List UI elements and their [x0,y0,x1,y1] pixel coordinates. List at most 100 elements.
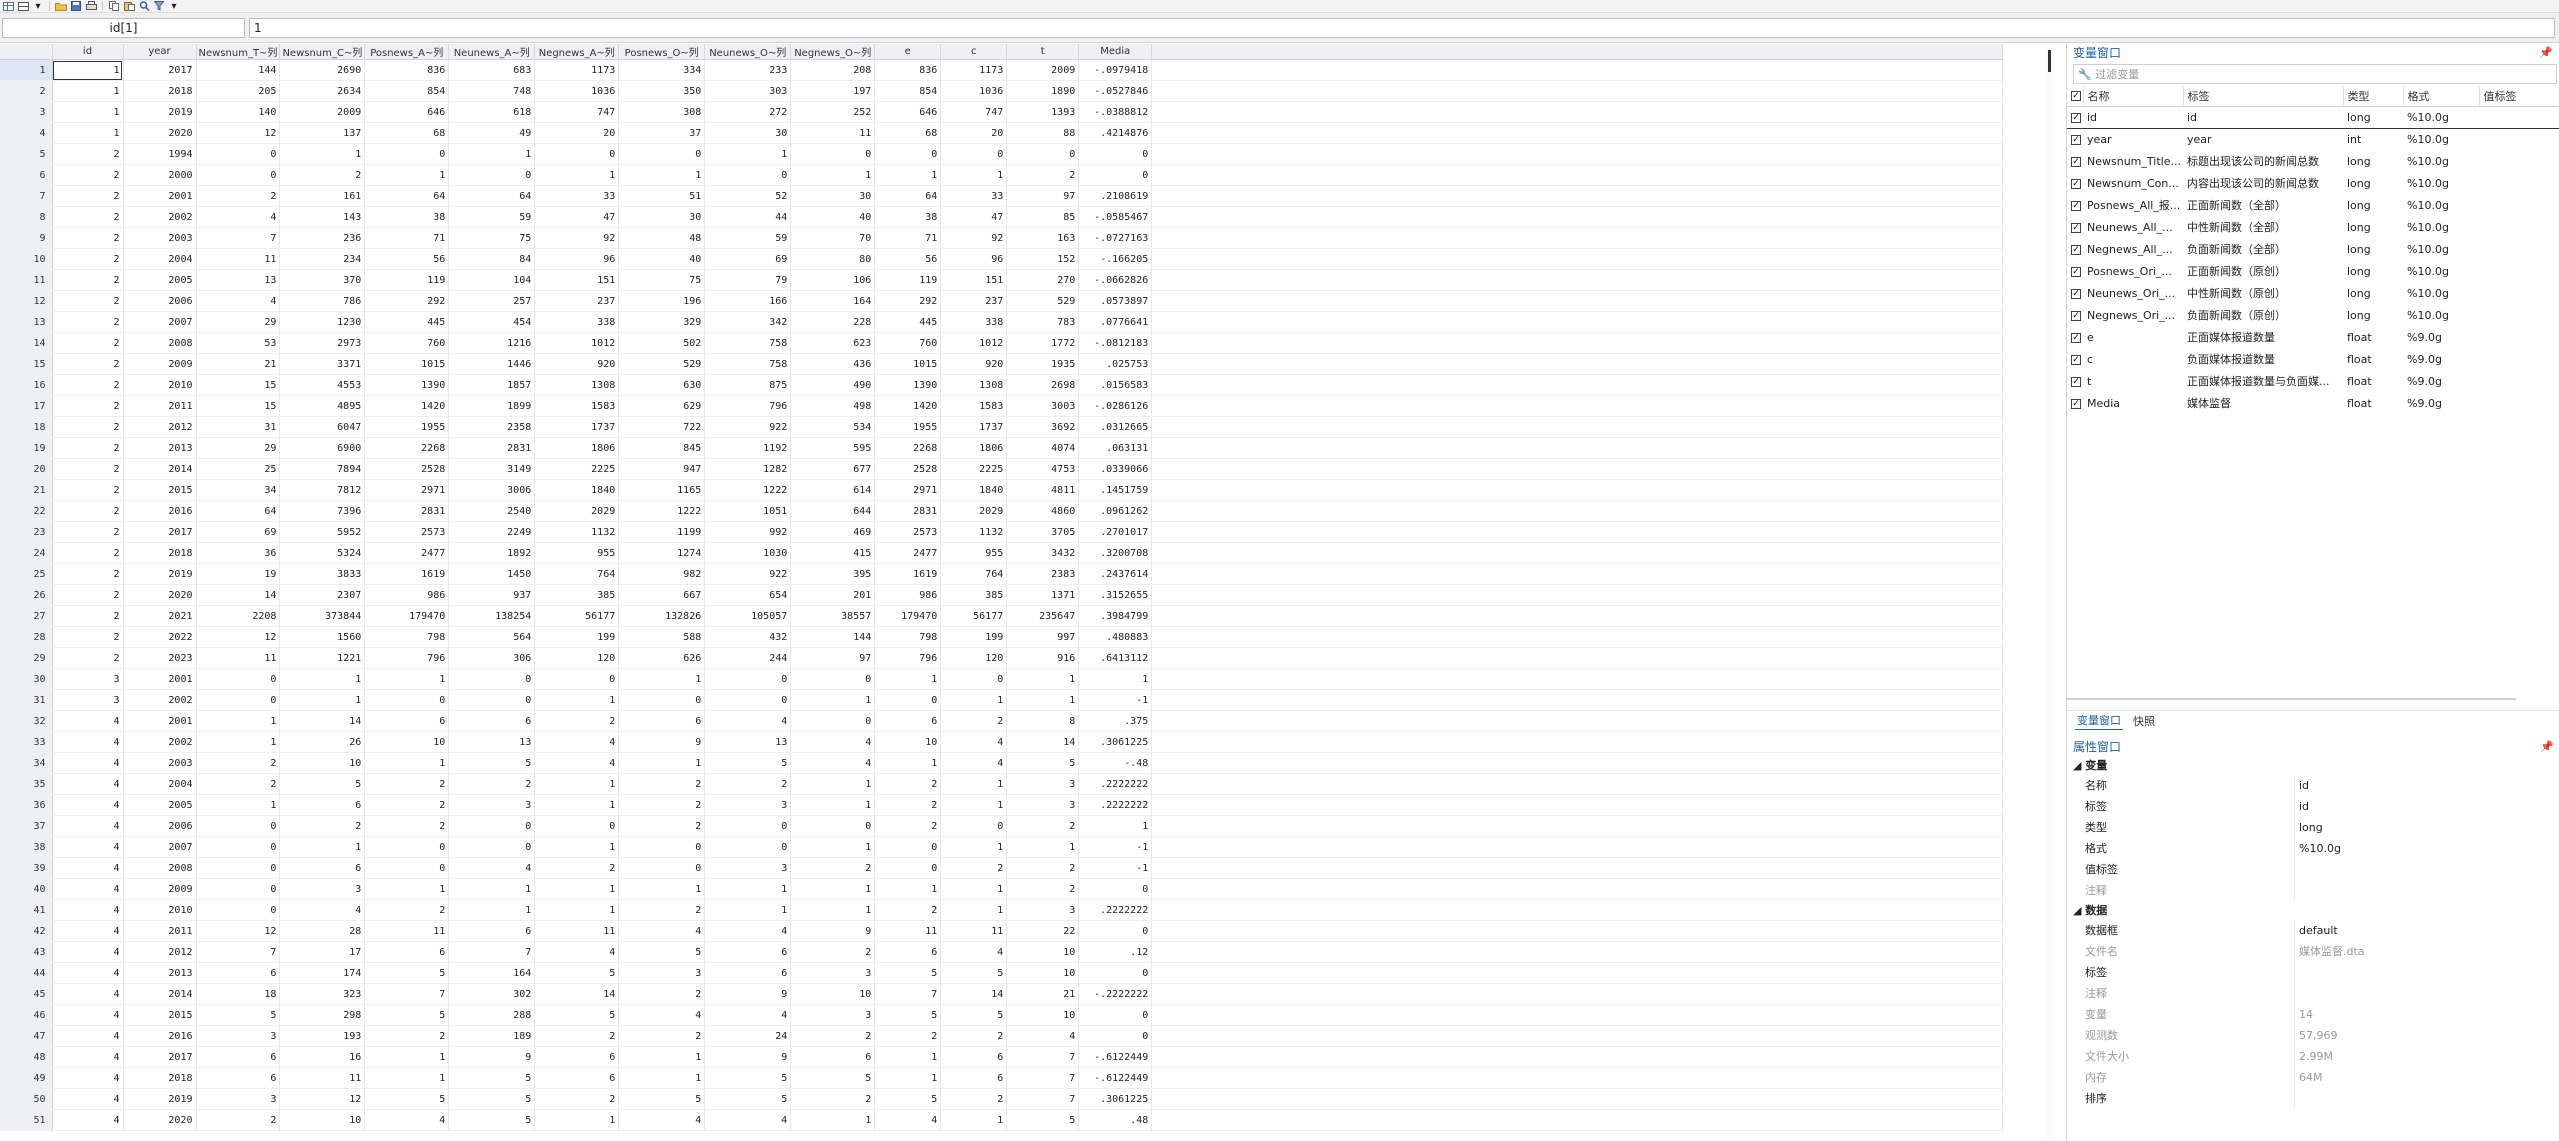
data-cell[interactable]: 288 [448,1004,536,1026]
property-value[interactable]: long [2294,817,2559,838]
data-cell[interactable]: 3 [704,794,792,816]
row-number[interactable]: 22 [0,500,53,522]
data-cell[interactable]: 96 [534,248,620,270]
data-cell[interactable]: 9 [790,920,876,942]
data-cell[interactable]: 2358 [448,416,536,438]
data-cell[interactable]: 3 [279,878,366,900]
data-cell[interactable]: 7 [196,941,281,963]
data-cell[interactable]: 4 [704,1004,792,1026]
data-cell[interactable]: 68 [874,122,942,144]
data-cell[interactable]: 2 [618,983,706,1005]
data-cell[interactable]: 2 [618,773,706,795]
property-value[interactable]: 2.99M [2294,1046,2559,1067]
row-number[interactable]: 31 [0,689,53,711]
data-cell[interactable]: 854 [364,80,450,102]
data-cell[interactable]: 15 [196,374,281,396]
data-cell[interactable]: 2 [196,752,281,774]
data-cell[interactable]: 1 [618,668,706,690]
data-cell[interactable]: 292 [874,290,942,312]
data-cell[interactable]: 2003 [123,227,197,249]
data-cell[interactable]: .2108619 [1078,185,1153,207]
data-cell[interactable]: 1890 [1006,80,1080,102]
data-cell[interactable]: 3 [1006,794,1080,816]
data-cell[interactable]: 3 [1006,773,1080,795]
data-cell[interactable]: 4 [704,1109,792,1131]
variable-row[interactable]: ✓ e 正面媒体报道数量 float %9.0g [2067,326,2559,348]
data-cell[interactable]: 0 [196,878,281,900]
data-cell[interactable]: 3 [52,689,124,711]
data-cell[interactable]: 2 [52,500,124,522]
data-cell[interactable]: 2010 [123,374,197,396]
data-cell[interactable]: 1030 [704,542,792,564]
data-cell[interactable]: 2 [52,332,124,354]
data-cell[interactable]: .2701017 [1078,521,1153,543]
data-cell[interactable]: 323 [279,983,366,1005]
data-cell[interactable]: 144 [196,59,281,81]
data-cell[interactable]: 10 [1006,1004,1080,1026]
data-cell[interactable]: 1 [364,668,450,690]
data-cell[interactable]: 1 [940,689,1008,711]
data-cell[interactable]: 17 [279,941,366,963]
variable-checkbox[interactable]: ✓ [2071,156,2081,167]
variable-checkbox[interactable]: ✓ [2071,398,2081,409]
data-cell[interactable]: 143 [279,206,366,228]
variable-checkbox-cell[interactable]: ✓ [2067,216,2083,238]
data-cell[interactable]: 3 [196,1088,281,1110]
data-cell[interactable]: 6 [940,1046,1008,1068]
data-cell[interactable]: 2831 [448,437,536,459]
data-cell[interactable]: 1 [448,899,536,921]
row-number[interactable]: 32 [0,710,53,732]
data-cell[interactable]: .3152655 [1078,584,1153,606]
variable-checkbox-cell[interactable]: ✓ [2067,105,2083,129]
data-cell[interactable]: 11 [279,1067,366,1089]
data-cell[interactable]: 748 [448,80,536,102]
data-cell[interactable]: 338 [940,311,1008,333]
column-header-value-label[interactable]: 值标签 [2479,86,2559,107]
row-number[interactable]: 35 [0,773,53,795]
property-value[interactable] [2294,983,2559,1004]
data-cell[interactable]: 2014 [123,983,197,1005]
data-cell[interactable]: .2222222 [1078,899,1153,921]
row-number[interactable]: 5 [0,143,53,165]
data-cell[interactable]: 6 [196,1046,281,1068]
property-row[interactable]: 文件名 媒体监督.dta [2067,941,2559,962]
variable-row[interactable]: ✓ Newsnum_Con... 内容出现该公司的新闻总数 long %10.0g [2067,172,2559,194]
property-value[interactable]: id [2294,775,2559,796]
column-header-10[interactable]: e [874,44,942,60]
data-cell[interactable]: 6 [196,962,281,984]
data-cell[interactable]: 0 [1078,1025,1153,1047]
data-cell[interactable]: 1012 [534,332,620,354]
property-value[interactable]: 64M [2294,1067,2559,1088]
data-cell[interactable]: 6 [790,1046,876,1068]
data-cell[interactable]: 415 [790,542,876,564]
data-cell[interactable]: 5 [448,1067,536,1089]
data-cell[interactable]: 4 [704,920,792,942]
row-number[interactable]: 26 [0,584,53,606]
data-cell[interactable]: 4811 [1006,479,1080,501]
data-cell[interactable]: 614 [790,479,876,501]
data-cell[interactable]: 4 [279,899,366,921]
data-cell[interactable]: 1935 [1006,353,1080,375]
data-cell[interactable]: -.0388812 [1078,101,1153,123]
row-number[interactable]: 38 [0,836,53,858]
data-cell[interactable]: 454 [448,311,536,333]
data-cell[interactable]: 0 [196,689,281,711]
property-value[interactable]: id [2294,796,2559,817]
data-cell[interactable]: 52 [704,185,792,207]
data-cell[interactable]: 2 [1006,878,1080,900]
column-header-11[interactable]: c [940,44,1008,60]
data-cell[interactable]: 2 [52,206,124,228]
data-cell[interactable]: 4 [196,290,281,312]
data-cell[interactable]: 56 [874,248,942,270]
data-cell[interactable]: 120 [940,647,1008,669]
data-cell[interactable]: 2 [874,1025,942,1047]
row-number[interactable]: 4 [0,122,53,144]
data-cell[interactable]: 2 [52,269,124,291]
data-cell[interactable]: 0 [1078,164,1153,186]
data-cell[interactable]: 40 [790,206,876,228]
property-row[interactable]: 变量 14 [2067,1004,2559,1025]
data-cell[interactable]: 164 [448,962,536,984]
data-cell[interactable]: 5 [534,1004,620,1026]
data-cell[interactable]: 2 [52,416,124,438]
data-cell[interactable]: 2307 [279,584,366,606]
